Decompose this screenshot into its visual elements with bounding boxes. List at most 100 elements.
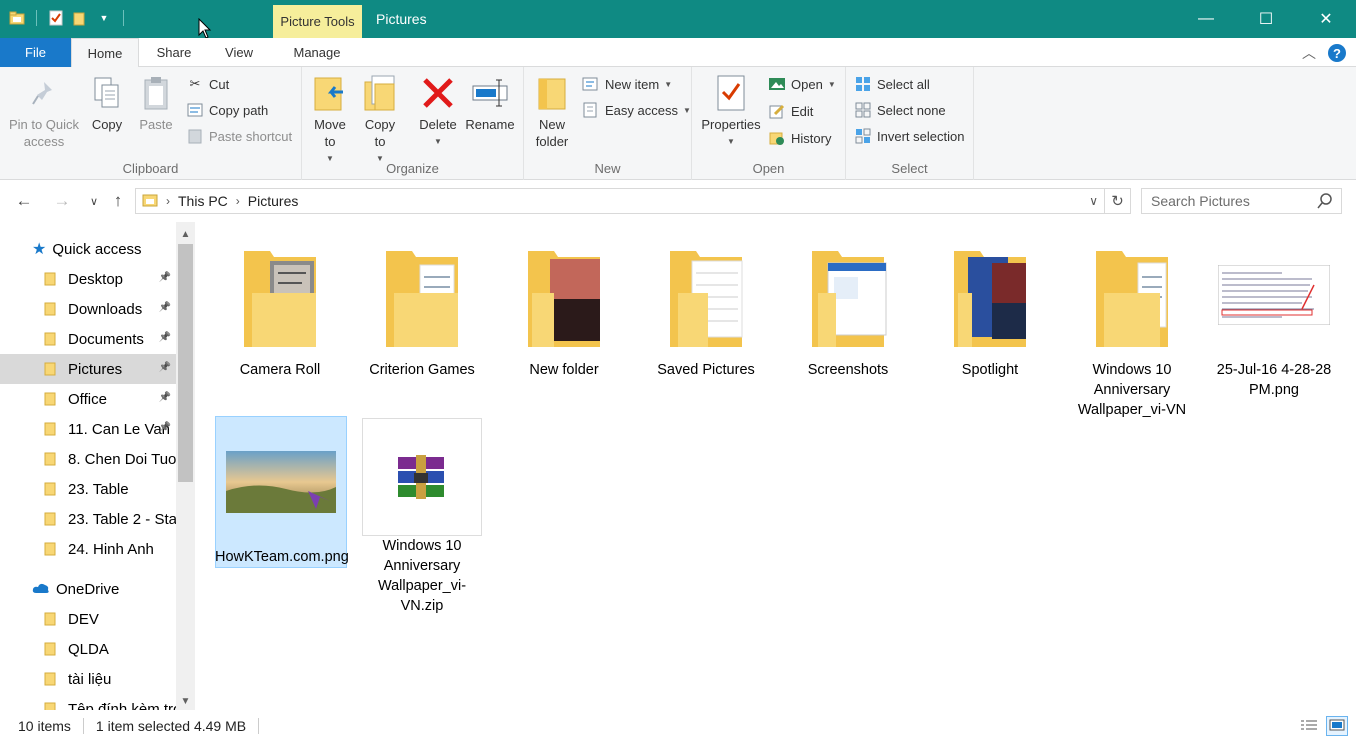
- tab-view[interactable]: View: [210, 38, 268, 67]
- breadcrumb-this-pc[interactable]: This PC: [178, 193, 228, 209]
- file-name: Saved Pictures: [657, 362, 755, 378]
- nav-quick-access[interactable]: ★ Quick access: [0, 234, 176, 264]
- folder-item-spotlight[interactable]: Spotlight: [924, 230, 1056, 380]
- scroll-down-icon[interactable]: ▼: [176, 692, 195, 710]
- select-group: Select all Select none Invert selection …: [846, 67, 974, 180]
- rename-button[interactable]: Rename: [465, 73, 515, 133]
- delete-button[interactable]: Delete ▼: [416, 73, 460, 150]
- pin-icon[interactable]: 📌: [159, 362, 171, 373]
- pin-icon: [25, 73, 63, 113]
- large-icons-view-icon[interactable]: [1326, 716, 1348, 736]
- up-arrow-icon[interactable]: ↑: [108, 190, 128, 212]
- details-view-icon[interactable]: [1298, 716, 1320, 736]
- history-button[interactable]: History: [768, 127, 831, 149]
- sidebar-item[interactable]: Tệp đính kèm trong: [0, 694, 176, 710]
- copy-path-button[interactable]: Copy path: [186, 99, 268, 121]
- pin-to-quick-access-button[interactable]: Pin to Quick access: [4, 73, 84, 150]
- folder-item-new-folder[interactable]: New folder: [498, 230, 630, 380]
- sidebar-item[interactable]: tài liệu: [0, 664, 176, 694]
- pin-icon[interactable]: 📌: [159, 302, 171, 313]
- sidebar-item[interactable]: 23. Table 2 - Start: [0, 504, 176, 534]
- new-item-button[interactable]: New item ▼: [582, 73, 672, 95]
- image-item-howkteam-png[interactable]: HowKTeam.com.png: [215, 416, 349, 568]
- history-label: History: [791, 130, 832, 146]
- paste-shortcut-button[interactable]: Paste shortcut: [186, 125, 292, 147]
- folder-item-criterion-games[interactable]: Criterion Games: [356, 230, 488, 380]
- folder-item-windows-10-wallpaper[interactable]: Windows 10 Anniversary Wallpaper_vi-VN: [1066, 230, 1198, 420]
- back-arrow-icon[interactable]: ←: [14, 190, 34, 212]
- archive-item-wallpaper-zip[interactable]: Windows 10 Anniversary Wallpaper_vi-VN.z…: [362, 418, 482, 616]
- folder-item-saved-pictures[interactable]: Saved Pictures: [640, 230, 772, 380]
- pin-icon[interactable]: 📌: [159, 392, 171, 403]
- help-icon[interactable]: ?: [1328, 44, 1346, 62]
- recent-locations-chevron-icon[interactable]: ∨: [84, 190, 104, 212]
- easy-access-button[interactable]: Easy access ▼: [582, 99, 691, 121]
- sidebar-item[interactable]: Pictures 📌: [0, 354, 176, 384]
- breadcrumb-chevron-icon[interactable]: ›: [236, 194, 240, 208]
- properties-button[interactable]: Properties ▼: [698, 73, 764, 150]
- address-dropdown-icon[interactable]: ∨: [1089, 194, 1098, 208]
- invert-selection-button[interactable]: Invert selection: [854, 125, 964, 147]
- folder-item-camera-roll[interactable]: Camera Roll: [214, 230, 346, 380]
- maximize-button[interactable]: ☐: [1236, 0, 1296, 38]
- refresh-icon[interactable]: ↻: [1105, 188, 1131, 214]
- breadcrumb-pictures[interactable]: Pictures: [248, 193, 299, 209]
- sidebar-item[interactable]: 8. Chen Doi Tuong: [0, 444, 176, 474]
- tab-home[interactable]: Home: [71, 38, 139, 68]
- sidebar-item[interactable]: QLDA: [0, 634, 176, 664]
- breadcrumb-chevron-icon[interactable]: ›: [166, 194, 170, 208]
- select-all-icon: [854, 75, 872, 93]
- address-bar[interactable]: › This PC › Pictures ∨: [135, 188, 1105, 214]
- move-to-icon: [311, 73, 349, 113]
- cut-button[interactable]: ✂ Cut: [186, 73, 230, 95]
- nav-scroll-thumb[interactable]: [178, 244, 193, 482]
- pin-icon[interactable]: 📌: [159, 332, 171, 343]
- open-group-label: Open: [752, 161, 785, 176]
- sidebar-item[interactable]: Downloads 📌: [0, 294, 176, 324]
- edit-button[interactable]: Edit: [768, 100, 813, 122]
- copy-button[interactable]: Copy: [87, 73, 127, 133]
- sidebar-item[interactable]: Documents 📌: [0, 324, 176, 354]
- scroll-up-icon[interactable]: ▲: [176, 225, 195, 243]
- new-folder-qat-icon[interactable]: [71, 9, 89, 27]
- ribbon: Pin to Quick access Copy Paste ✂ Cut Cop…: [0, 67, 1356, 180]
- open-icon: [768, 75, 786, 93]
- tab-share[interactable]: Share: [142, 38, 206, 67]
- sidebar-item-label: 23. Table: [68, 480, 129, 498]
- picture-tools-context-tab: Picture Tools: [273, 5, 362, 38]
- image-item-screenshot-png[interactable]: 25-Jul-16 4-28-28 PM.png: [1208, 230, 1340, 400]
- pin-icon[interactable]: 📌: [159, 272, 171, 283]
- open-button[interactable]: Open ▼: [768, 73, 836, 95]
- sidebar-item[interactable]: 23. Table: [0, 474, 176, 504]
- select-all-button[interactable]: Select all: [854, 73, 930, 95]
- folder-icon: [498, 230, 630, 360]
- file-name: 25-Jul-16 4-28-28 PM.png: [1216, 362, 1332, 398]
- paste-button[interactable]: Paste: [135, 73, 177, 133]
- sidebar-item[interactable]: 11. Can Le Van 📌: [0, 414, 176, 444]
- sidebar-item[interactable]: Desktop 📌: [0, 264, 176, 294]
- close-button[interactable]: ✕: [1296, 0, 1356, 38]
- nav-scrollbar[interactable]: ▲ ▼: [176, 222, 195, 710]
- forward-arrow-icon[interactable]: →: [52, 190, 72, 212]
- sidebar-item[interactable]: DEV: [0, 604, 176, 634]
- properties-dropdown-icon: ▼: [727, 137, 735, 146]
- new-folder-button[interactable]: New folder: [532, 73, 572, 150]
- tab-file[interactable]: File: [0, 38, 71, 67]
- minimize-button[interactable]: —: [1176, 0, 1236, 38]
- tab-manage[interactable]: Manage: [272, 38, 362, 67]
- delete-dropdown-icon: ▼: [434, 137, 442, 146]
- folder-item-screenshots[interactable]: Screenshots: [782, 230, 914, 380]
- customize-qat-icon[interactable]: ▼: [95, 9, 113, 27]
- move-to-button[interactable]: Move to ▼: [310, 73, 350, 167]
- sidebar-item[interactable]: 24. Hinh Anh: [0, 534, 176, 564]
- search-input[interactable]: Search Pictures: [1141, 188, 1342, 214]
- folder-icon: [356, 230, 488, 360]
- properties-check-icon[interactable]: [47, 9, 65, 27]
- collapse-ribbon-icon[interactable]: ︿: [1302, 43, 1316, 63]
- sidebar-item-label: 23. Table 2 - Start: [68, 510, 176, 528]
- sidebar-item[interactable]: Office 📌: [0, 384, 176, 414]
- select-none-button[interactable]: Select none: [854, 99, 946, 121]
- copy-to-button[interactable]: Copy to ▼: [360, 73, 400, 167]
- pin-icon[interactable]: 📌: [159, 422, 171, 433]
- nav-onedrive[interactable]: OneDrive: [0, 574, 176, 604]
